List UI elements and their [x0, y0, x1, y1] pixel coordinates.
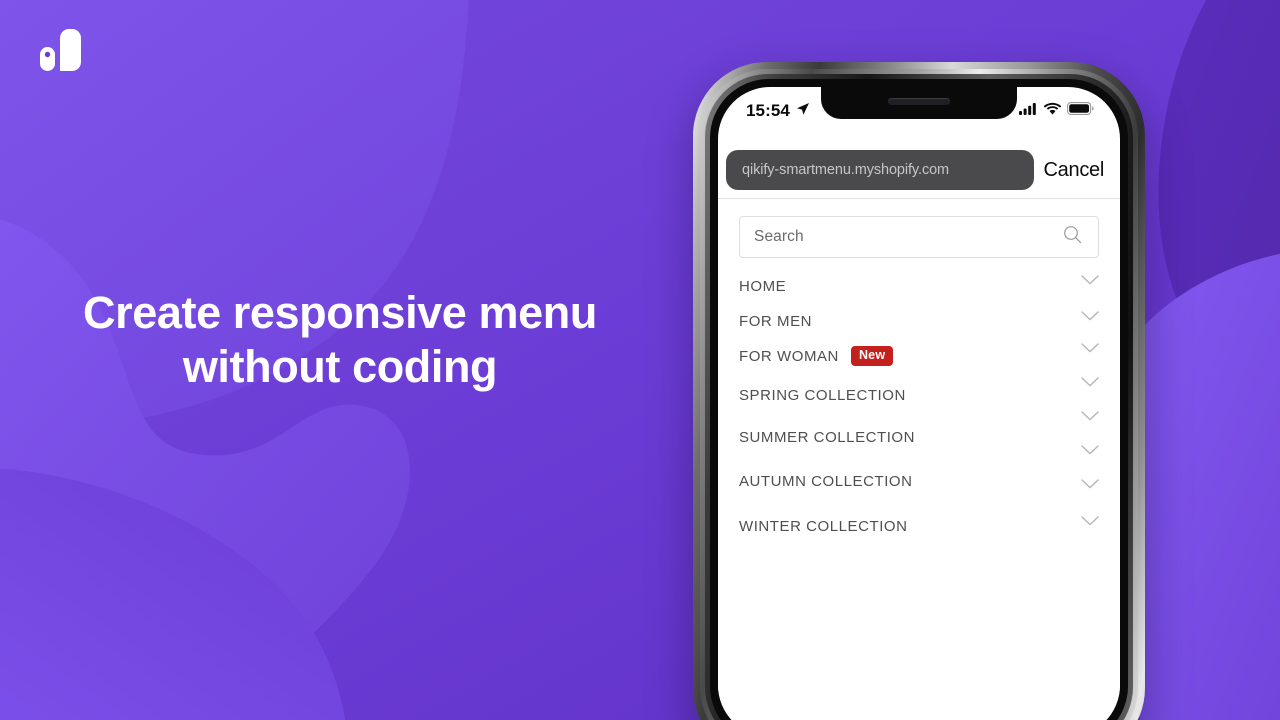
- chevron-down-icon[interactable]: [1080, 273, 1100, 291]
- status-time: 15:54: [746, 101, 790, 120]
- search-icon[interactable]: [1063, 225, 1082, 249]
- url-text: qikify-smartmenu.myshopify.com: [742, 162, 950, 178]
- toolbar-divider: [718, 198, 1120, 199]
- phone-screen: 15:54 qikify-smartmenu.myshopify.com Can…: [718, 87, 1120, 720]
- menu-item-home[interactable]: HOME: [739, 274, 1100, 298]
- wifi-icon: [1043, 102, 1062, 120]
- url-input[interactable]: qikify-smartmenu.myshopify.com: [726, 150, 1034, 190]
- menu-item-label: HOME: [739, 277, 787, 295]
- menu-item-autumn-collection[interactable]: AUTUMN COLLECTION: [739, 469, 1100, 493]
- iphone-mockup: 15:54 qikify-smartmenu.myshopify.com Can…: [693, 62, 1145, 720]
- menu-item-badge: New: [850, 346, 894, 366]
- menu-item-label: FOR WOMAN: [739, 347, 839, 365]
- menu-item-spring-collection[interactable]: SPRING COLLECTION: [739, 383, 1100, 407]
- menu-item-summer-collection[interactable]: SUMMER COLLECTION: [739, 425, 1100, 449]
- menu-item-label: AUTUMN COLLECTION: [739, 472, 913, 490]
- menu-item-label: FOR MEN: [739, 312, 813, 330]
- earpiece-speaker-icon: [888, 98, 950, 105]
- search-section: Search: [718, 199, 1120, 258]
- menu-item-for-men[interactable]: FOR MEN: [739, 309, 1100, 333]
- menu-item-label: SUMMER COLLECTION: [739, 428, 916, 446]
- qikify-logo-icon: [38, 28, 84, 80]
- browser-toolbar: qikify-smartmenu.myshopify.com Cancel: [718, 142, 1120, 198]
- notch-speaker-icon: [821, 87, 1017, 119]
- chevron-down-icon[interactable]: [1080, 375, 1100, 393]
- headline-line-1: Create responsive menu: [83, 287, 597, 338]
- chevron-down-icon[interactable]: [1080, 409, 1100, 427]
- menu-item-label: WINTER COLLECTION: [739, 517, 908, 535]
- location-arrow-icon: [796, 101, 810, 121]
- chevron-down-icon[interactable]: [1080, 477, 1100, 495]
- menu-item-winter-collection[interactable]: WINTER COLLECTION: [739, 514, 1100, 538]
- chevron-down-icon[interactable]: [1080, 514, 1100, 532]
- search-input[interactable]: Search: [739, 216, 1099, 258]
- chevron-down-icon[interactable]: [1080, 341, 1100, 359]
- cancel-button[interactable]: Cancel: [1044, 159, 1106, 182]
- chevron-down-icon[interactable]: [1080, 309, 1100, 327]
- headline-line-2: without coding: [182, 341, 498, 392]
- status-bar-left: 15:54: [746, 101, 810, 121]
- status-bar-right: [1019, 102, 1094, 120]
- menu-item-label: SPRING COLLECTION: [739, 386, 906, 404]
- page-headline: Create responsive menu without coding: [0, 286, 680, 394]
- chevron-down-icon[interactable]: [1080, 443, 1100, 461]
- webpage-content: Search HOME FOR MEN FOR WOMAN New SPRING COL…: [718, 199, 1120, 720]
- battery-full-icon: [1067, 102, 1094, 120]
- cellular-signal-icon: [1019, 102, 1038, 120]
- menu-item-for-woman[interactable]: FOR WOMAN New: [739, 344, 1100, 368]
- search-placeholder: Search: [754, 228, 804, 245]
